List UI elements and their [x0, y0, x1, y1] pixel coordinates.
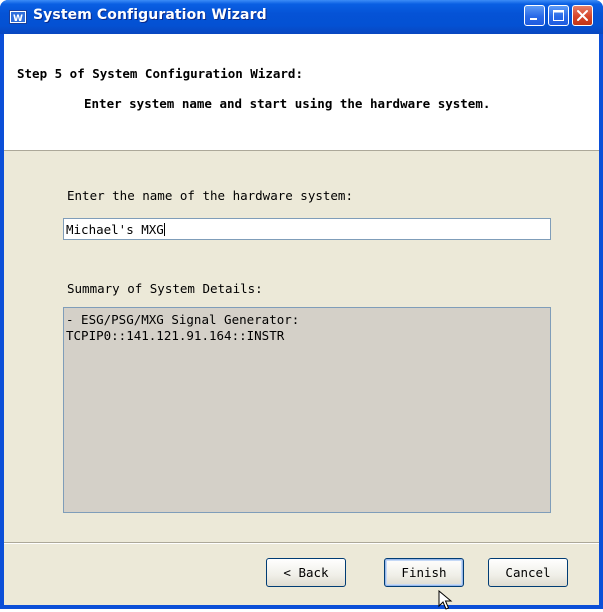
system-name-input[interactable]: Michael's MXG: [63, 218, 551, 240]
wizard-window: W System Configuration Wizard Step 5 of …: [0, 0, 603, 610]
maximize-icon: [553, 10, 564, 21]
step-title: Step 5 of System Configuration Wizard:: [17, 66, 303, 81]
summary-box[interactable]: - ESG/PSG/MXG Signal Generator: TCPIP0::…: [63, 307, 551, 513]
summary-line: - ESG/PSG/MXG Signal Generator:: [66, 312, 300, 327]
footer-divider: [4, 542, 599, 544]
text-caret: [163, 223, 165, 236]
title-bar[interactable]: W System Configuration Wizard: [0, 0, 603, 34]
wizard-header: Step 5 of System Configuration Wizard: E…: [4, 34, 599, 151]
system-name-label: Enter the name of the hardware system:: [67, 188, 353, 203]
maximize-button[interactable]: [548, 5, 569, 26]
close-icon: [577, 10, 588, 21]
back-button[interactable]: < Back: [266, 558, 346, 587]
wizard-body: Step 5 of System Configuration Wizard: E…: [4, 34, 599, 610]
summary-line: TCPIP0::141.121.91.164::INSTR: [66, 328, 285, 343]
minimize-button[interactable]: [524, 5, 545, 26]
svg-text:W: W: [13, 14, 23, 24]
cancel-button[interactable]: Cancel: [488, 558, 568, 587]
minimize-icon: [530, 18, 537, 20]
step-description: Enter system name and start using the ha…: [84, 96, 491, 111]
summary-label: Summary of System Details:: [67, 281, 263, 296]
close-button[interactable]: [572, 5, 593, 26]
finish-button[interactable]: Finish: [384, 558, 464, 587]
system-name-value: Michael's MXG: [66, 222, 164, 237]
app-icon: W: [9, 10, 27, 24]
window-title: System Configuration Wizard: [33, 7, 267, 23]
